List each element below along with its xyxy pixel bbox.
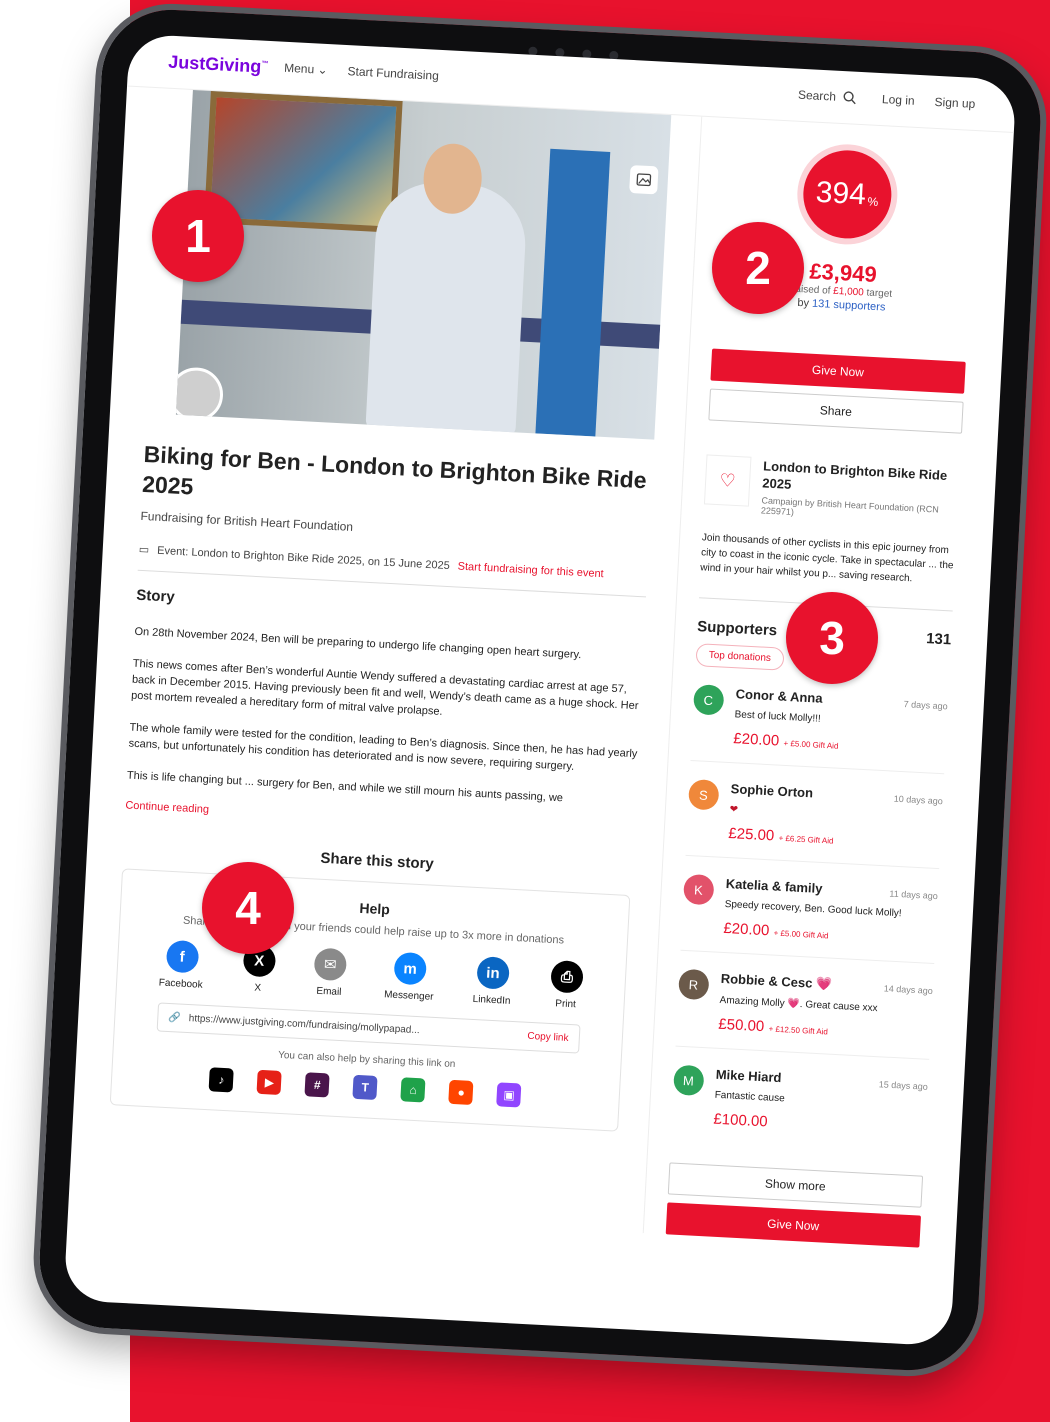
give-now-bottom-button[interactable]: Give Now [665, 1202, 922, 1248]
supporters-count: 131 [925, 630, 952, 649]
donation-item: K Katelia & family 11 days ago Speedy rec… [680, 855, 940, 965]
donor-avatar: K [682, 873, 715, 906]
link-icon: 🔗 [168, 1012, 182, 1024]
login-link[interactable]: Log in [882, 92, 915, 108]
copy-link-button[interactable]: Copy link [527, 1031, 569, 1044]
calendar-icon: ▭ [138, 543, 150, 557]
event-line: ▭ Event: London to Brighton Bike Ride 20… [137, 542, 648, 598]
start-fundraising-link[interactable]: Start Fundraising [347, 64, 439, 83]
signup-link[interactable]: Sign up [934, 95, 975, 111]
menu-dropdown[interactable]: Menu ⌄ [284, 61, 328, 77]
linkedin-icon: in [476, 956, 510, 990]
progress-percent-circle: 394% [800, 148, 894, 241]
donor-avatar: M [672, 1064, 705, 1097]
twitch-icon[interactable]: ▣ [496, 1082, 522, 1108]
share-messenger-button[interactable]: m Messenger [384, 951, 436, 1003]
donor-avatar: S [687, 778, 720, 811]
reddit-icon[interactable]: ● [448, 1079, 474, 1106]
share-panel: Help Sharing this page with your friends… [109, 868, 631, 1132]
justgiving-logo[interactable]: JustGiving™ [168, 51, 269, 77]
bhf-heart-icon: ♡ [703, 454, 752, 507]
facebook-icon: f [165, 939, 199, 974]
share-buttons: f Facebook XX ✉ Email m Messenger in LinkedI… [139, 938, 604, 1011]
donor-avatar: R [677, 968, 710, 1001]
start-fundraising-event-link[interactable]: Start fundraising for this event [457, 560, 604, 580]
youtube-icon[interactable]: ▶ [256, 1069, 283, 1095]
callout-badge-3: 3 [786, 592, 878, 684]
campaign-card[interactable]: ♡ London to Brighton Bike Ride 2025 Camp… [702, 454, 960, 543]
slack-icon[interactable]: # [304, 1072, 330, 1098]
share-email-button[interactable]: ✉ Email [313, 947, 348, 999]
chevron-down-icon: ⌄ [317, 62, 328, 78]
donor-avatar: C [692, 684, 725, 716]
show-more-button[interactable]: Show more [667, 1162, 924, 1208]
search-icon [843, 91, 856, 105]
blue-curtain [535, 148, 611, 437]
donation-item: S Sophie Orton 10 days ago ❤ £25.00 + £6.… [685, 760, 945, 870]
fundraiser-avatar[interactable] [175, 366, 225, 423]
share-linkedin-button[interactable]: in LinkedIn [472, 956, 512, 1007]
give-now-button[interactable]: Give Now [710, 348, 966, 394]
donation-item: R Robbie & Cesc 💗 14 days ago Amazing Mol… [675, 950, 935, 1060]
story-body: On 28th November 2024, Ben will be prepa… [126, 625, 639, 805]
callout-badge-4: 4 [202, 862, 294, 954]
email-icon: ✉ [313, 947, 348, 982]
donation-list: C Conor & Anna 7 days ago Best of luck Mo… [670, 666, 950, 1154]
teams-icon[interactable]: T [352, 1074, 378, 1101]
image-icon [636, 173, 651, 187]
messenger-icon: m [393, 951, 428, 986]
print-icon: ⎙ [550, 959, 584, 994]
sidebar: 394% £3,949 raised of £1,000 target by 1… [642, 116, 978, 1248]
photo-gallery-button[interactable] [628, 165, 659, 195]
tiktok-icon[interactable]: ♪ [208, 1067, 235, 1093]
supporters-link[interactable]: 131 supporters [812, 298, 886, 314]
share-button[interactable]: Share [708, 388, 964, 434]
callout-badge-1: 1 [152, 190, 244, 282]
share-print-button[interactable]: ⎙ Print [549, 959, 584, 1011]
top-donations-filter[interactable]: Top donations [695, 643, 785, 671]
person-in-gown [365, 179, 529, 438]
search-button[interactable]: Search [798, 88, 857, 105]
hero-photo [175, 90, 671, 440]
donation-item: M Mike Hiard 15 days ago Fantastic cause … [670, 1047, 929, 1154]
callout-badge-2: 2 [712, 222, 804, 314]
campaign-name: London to Brighton Bike Ride 2025 [762, 458, 948, 492]
nextdoor-icon[interactable]: ⌂ [400, 1077, 426, 1103]
share-facebook-button[interactable]: f Facebook [158, 939, 204, 991]
